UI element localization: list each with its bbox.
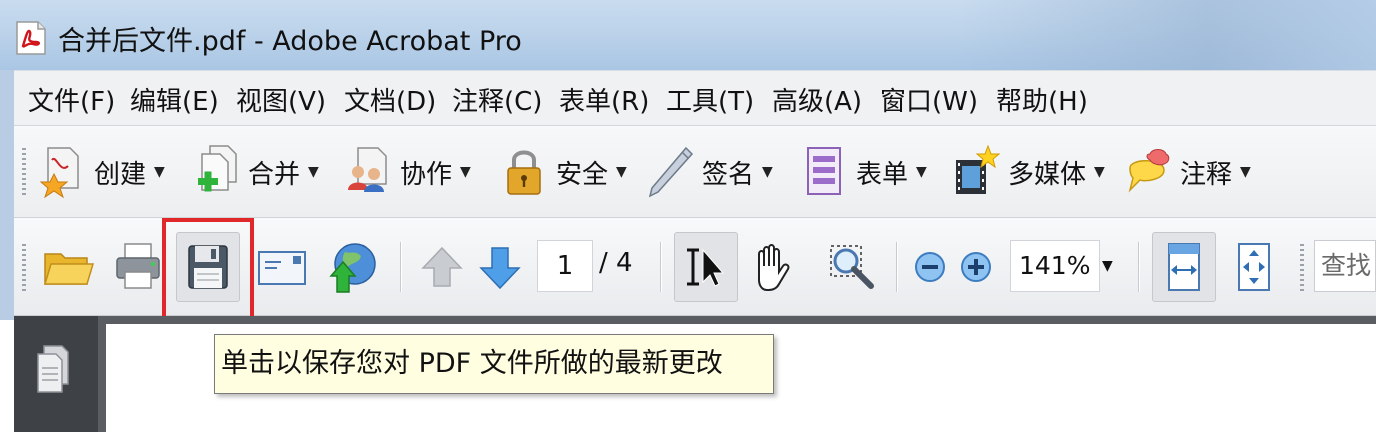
task-combine-button[interactable]: 合并 ▼ [192,136,319,208]
task-comment-label: 注释 [1180,159,1233,190]
toolbar-grip[interactable] [1300,244,1304,292]
next-page-button[interactable] [468,232,532,302]
globe-upload-icon [329,243,376,293]
chevron-down-icon: ▼ [460,164,471,180]
chevron-down-icon: ▼ [916,164,927,180]
upload-button[interactable] [320,232,384,302]
fit-width-icon [1168,243,1200,291]
chevron-down-icon: ▼ [308,164,319,180]
page-number-input[interactable]: 1 [537,240,593,292]
window-title: 合并后文件.pdf - Adobe Acrobat Pro [58,26,522,57]
pages-panel-icon[interactable] [34,344,74,396]
text-select-cursor-icon [687,248,725,287]
menu-advanced[interactable]: 高级(A) [772,81,862,118]
toolbar-separator [1138,242,1140,292]
pen-sign-icon [648,146,694,198]
title-bar-glow [956,0,1376,70]
chevron-down-icon[interactable]: ▼ [1102,258,1113,274]
toolbar-separator [660,242,662,292]
task-secure-button[interactable]: 安全 ▼ [500,136,627,208]
task-combine-label: 合并 [248,159,301,190]
task-forms-label: 表单 [856,159,909,190]
arrow-down-icon [479,247,521,290]
menu-view[interactable]: 视图(V) [236,81,326,118]
zoom-in-button[interactable] [944,232,1008,302]
tasks-toolbar: 创建 ▼ 合并 ▼ 协作 ▼ 安全 ▼ 签名 ▼ 表单 ▼ 多媒体 ▼ 注释 ▼ [14,126,1376,218]
task-forms-button[interactable]: 表单 ▼ [800,136,927,208]
menu-edit[interactable]: 编辑(E) [130,81,219,118]
chevron-down-icon: ▼ [1240,164,1251,180]
comment-bubble-icon [1128,149,1170,193]
save-tooltip: 单击以保存您对 PDF 文件所做的最新更改 [214,334,774,394]
find-input[interactable]: 查找 [1314,240,1376,292]
zoom-in-icon [961,252,991,282]
menu-bar: 文件(F) 编辑(E) 视图(V) 文档(D) 注释(C) 表单(R) 工具(T… [14,70,1376,126]
arrow-up-icon [421,246,463,287]
navigation-pane [14,316,98,432]
email-button[interactable] [250,232,314,302]
lock-icon [507,150,541,195]
fit-width-button[interactable] [1152,232,1216,302]
toolbar-separator [400,242,402,292]
chevron-down-icon: ▼ [762,164,773,180]
save-button-highlight [162,218,254,328]
hand-icon [758,244,790,291]
menu-tools[interactable]: 工具(T) [666,81,754,118]
toolbar-grip[interactable] [22,148,26,196]
chevron-down-icon: ▼ [154,164,165,180]
chevron-down-icon: ▼ [616,164,627,180]
hand-tool-button[interactable] [740,232,804,302]
previous-page-button[interactable] [410,232,474,302]
fit-page-icon [1238,243,1270,291]
menu-comments[interactable]: 注释(C) [452,81,542,118]
title-bar: 合并后文件.pdf - Adobe Acrobat Pro [0,0,1376,70]
menu-help[interactable]: 帮助(H) [996,81,1088,118]
select-tool-button[interactable] [674,232,738,302]
menu-file[interactable]: 文件(F) [28,81,115,118]
chevron-down-icon: ▼ [1094,164,1105,180]
email-icon [258,251,306,285]
task-sign-label: 签名 [702,159,755,190]
create-pdf-icon [39,147,79,199]
marquee-zoom-button[interactable] [820,232,884,302]
task-secure-label: 安全 [556,159,609,190]
page-total-label: / 4 [599,248,633,278]
print-button[interactable] [106,232,170,302]
task-create-label: 创建 [94,159,147,190]
window-frame-edge [0,70,14,320]
combine-files-icon [198,145,237,192]
fit-page-button[interactable] [1222,232,1286,302]
menu-window[interactable]: 窗口(W) [880,81,978,118]
menu-forms[interactable]: 表单(R) [559,81,649,118]
open-button[interactable] [36,232,100,302]
toolbar-grip[interactable] [22,244,26,292]
marquee-zoom-icon [830,245,874,289]
film-multimedia-icon [956,144,1000,194]
task-multimedia-label: 多媒体 [1008,159,1087,190]
menu-document[interactable]: 文档(D) [344,81,436,118]
form-icon [807,147,841,195]
printer-icon [116,243,160,289]
task-create-button[interactable]: 创建 ▼ [38,136,165,208]
folder-open-icon [43,253,95,285]
task-collaborate-label: 协作 [400,159,453,190]
acrobat-pdf-icon[interactable] [14,20,48,56]
task-comment-button[interactable]: 注释 ▼ [1124,136,1251,208]
task-sign-button[interactable]: 签名 ▼ [646,136,773,208]
zoom-level-input[interactable]: 141% [1010,240,1100,292]
task-multimedia-button[interactable]: 多媒体 ▼ [952,136,1105,208]
task-collaborate-button[interactable]: 协作 ▼ [344,136,471,208]
collaborate-icon [348,147,387,192]
